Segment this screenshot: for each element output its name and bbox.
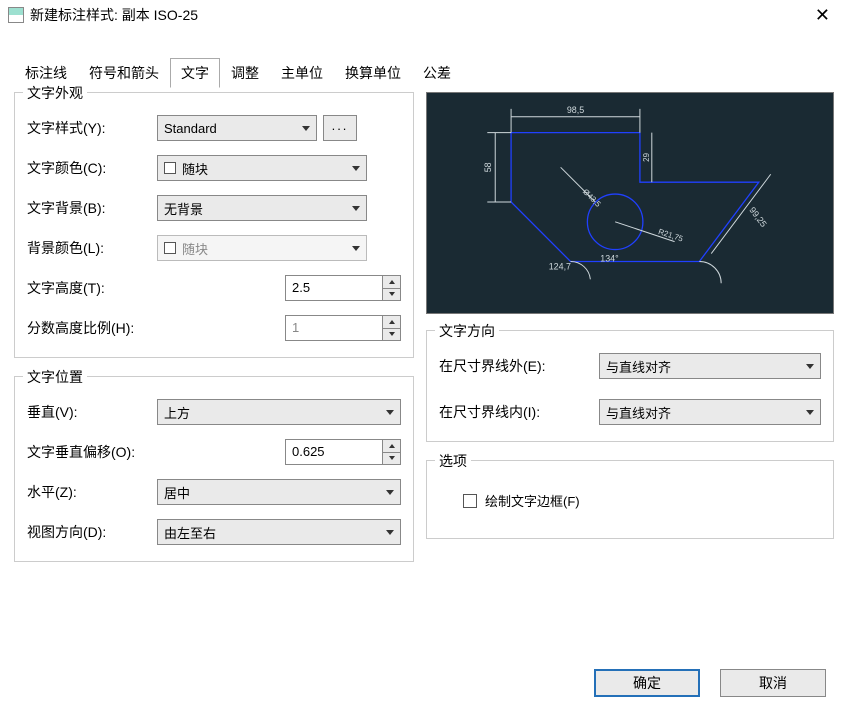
label-text-height: 文字高度(T): xyxy=(27,278,227,298)
spin-up[interactable] xyxy=(383,440,400,453)
tab-symbols[interactable]: 符号和箭头 xyxy=(78,58,170,88)
svg-text:124,7: 124,7 xyxy=(549,261,571,271)
label-fraction-scale: 分数高度比例(H): xyxy=(27,318,227,338)
chevron-down-icon xyxy=(806,410,814,415)
app-icon xyxy=(8,7,24,23)
label-text-color: 文字颜色(C): xyxy=(27,158,157,178)
tab-tolerance[interactable]: 公差 xyxy=(412,58,462,88)
tab-text[interactable]: 文字 xyxy=(170,58,220,88)
spinner-fraction-scale: 1 xyxy=(285,315,401,341)
select-horizontal[interactable]: 居中 xyxy=(157,479,401,505)
tab-primary-units[interactable]: 主单位 xyxy=(270,58,334,88)
tab-bar: 标注线 符号和箭头 文字 调整 主单位 换算单位 公差 xyxy=(0,58,848,88)
legend-placement: 文字位置 xyxy=(23,367,87,387)
legend-direction: 文字方向 xyxy=(435,321,499,341)
svg-text:29: 29 xyxy=(642,152,651,161)
label-inside: 在尺寸界线内(I): xyxy=(439,402,599,422)
label-offset: 文字垂直偏移(O): xyxy=(27,442,227,462)
chevron-down-icon xyxy=(806,364,814,369)
select-viewdir[interactable]: 由左至右 xyxy=(157,519,401,545)
svg-text:58: 58 xyxy=(483,162,493,172)
tab-alt-units[interactable]: 换算单位 xyxy=(334,58,412,88)
chevron-down-icon xyxy=(352,166,360,171)
spin-down[interactable] xyxy=(383,289,400,301)
style-more-button[interactable]: ... xyxy=(323,115,357,141)
svg-text:99,25: 99,25 xyxy=(747,205,768,229)
color-swatch xyxy=(164,242,176,254)
chevron-down-icon xyxy=(352,206,360,211)
label-text-style: 文字样式(Y): xyxy=(27,118,157,138)
group-appearance: 文字外观 文字样式(Y): Standard ... 文字颜色(C): 随块 文… xyxy=(14,92,414,358)
chevron-down-icon xyxy=(386,490,394,495)
spin-up[interactable] xyxy=(383,276,400,289)
chevron-down-icon xyxy=(386,410,394,415)
checkbox-icon xyxy=(463,494,477,508)
chevron-down-icon xyxy=(386,530,394,535)
label-text-bg: 文字背景(B): xyxy=(27,198,157,218)
close-button[interactable]: ✕ xyxy=(805,5,840,26)
checkbox-label: 绘制文字边框(F) xyxy=(485,491,580,510)
color-swatch xyxy=(164,162,176,174)
preview-pane: 98,5 58 29 99,25 124,7 134° R21,75 Ø xyxy=(426,92,834,314)
svg-text:98,5: 98,5 xyxy=(567,105,584,115)
checkbox-draw-frame[interactable]: 绘制文字边框(F) xyxy=(463,491,821,510)
tab-fit[interactable]: 调整 xyxy=(220,58,270,88)
spin-up xyxy=(383,316,400,329)
spin-down[interactable] xyxy=(383,453,400,465)
select-text-bg[interactable]: 无背景 xyxy=(157,195,367,221)
select-outside[interactable]: 与直线对齐 xyxy=(599,353,821,379)
cancel-button[interactable]: 取消 xyxy=(720,669,826,697)
group-direction: 文字方向 在尺寸界线外(E): 与直线对齐 在尺寸界线内(I): 与直线对齐 xyxy=(426,330,834,442)
chevron-down-icon xyxy=(302,126,310,131)
window-title: 新建标注样式: 副本 ISO-25 xyxy=(30,5,805,25)
select-inside[interactable]: 与直线对齐 xyxy=(599,399,821,425)
svg-text:134°: 134° xyxy=(600,253,619,263)
spin-down xyxy=(383,329,400,341)
label-viewdir: 视图方向(D): xyxy=(27,522,157,542)
select-text-color[interactable]: 随块 xyxy=(157,155,367,181)
ok-button[interactable]: 确定 xyxy=(594,669,700,697)
label-outside: 在尺寸界线外(E): xyxy=(439,356,599,376)
legend-options: 选项 xyxy=(435,451,471,471)
group-placement: 文字位置 垂直(V): 上方 文字垂直偏移(O): 0.625 水平(Z): xyxy=(14,376,414,562)
label-horizontal: 水平(Z): xyxy=(27,482,157,502)
svg-text:R21,75: R21,75 xyxy=(657,227,685,244)
select-bg-color: 随块 xyxy=(157,235,367,261)
select-vertical[interactable]: 上方 xyxy=(157,399,401,425)
spinner-offset[interactable]: 0.625 xyxy=(285,439,401,465)
chevron-down-icon xyxy=(352,246,360,251)
label-bg-color: 背景颜色(L): xyxy=(27,238,157,258)
spinner-text-height[interactable]: 2.5 xyxy=(285,275,401,301)
select-text-style[interactable]: Standard xyxy=(157,115,317,141)
label-vertical: 垂直(V): xyxy=(27,402,157,422)
legend-appearance: 文字外观 xyxy=(23,83,87,103)
group-options: 选项 绘制文字边框(F) xyxy=(426,460,834,539)
